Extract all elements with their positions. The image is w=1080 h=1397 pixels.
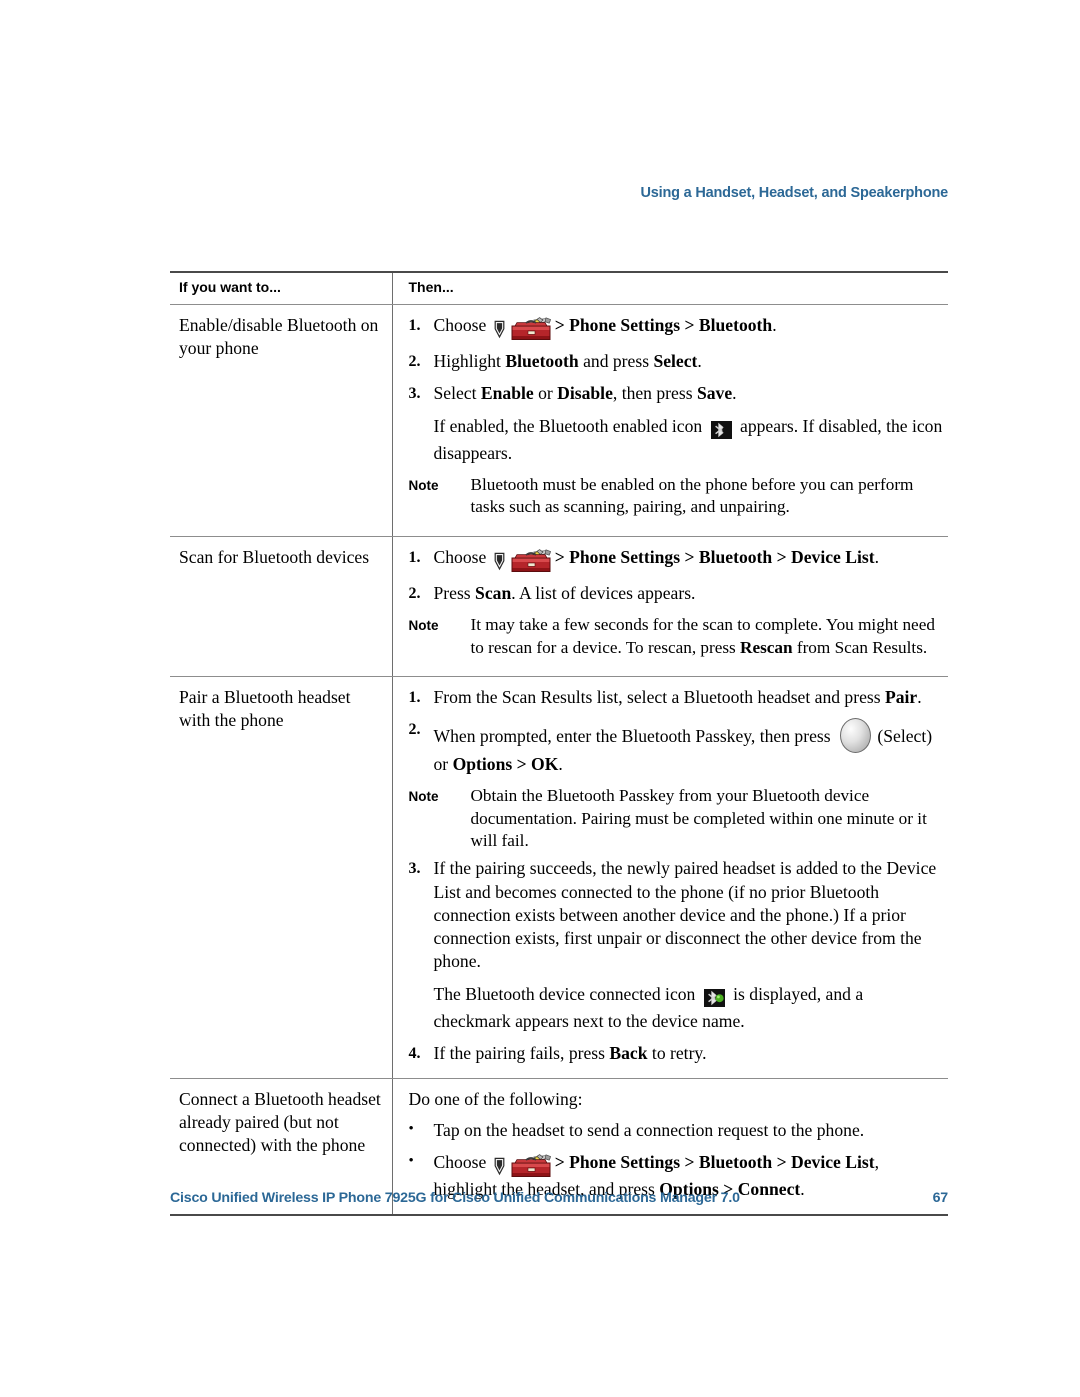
step-continuation: 0.If enabled, the Bluetooth enabled icon… [409,415,945,465]
step-item: 1. Choose > Phone Settings > Bluetooth > … [409,546,945,573]
step-text: Press Scan. A list of devices appears. [433,583,696,604]
page-footer: Cisco Unified Wireless IP Phone 7925G fo… [170,1190,948,1206]
note-label: Note [408,618,439,634]
nav-key-icon [491,318,509,341]
step-text: If enabled, the Bluetooth enabled icon a… [433,415,943,463]
select-key-icon [839,718,871,754]
note-block: Note Obtain the Bluetooth Passkey from yo… [409,785,945,852]
step-item: 2. When prompted, enter the Bluetooth Pas… [409,718,945,776]
column-header-then: Then... [392,271,948,305]
step-item: 1. From the Scan Results list, select a B… [409,686,945,709]
table-row: Pair a Bluetooth headset with the phone 1… [170,676,948,1080]
ui-term: > Phone Settings > Bluetooth [554,315,773,335]
bluetooth-enabled-icon [707,419,736,442]
note-text: Bluetooth must be enabled on the phone b… [470,475,914,517]
procedure-table: If you want to... Then... Enable/disable… [170,271,948,1217]
settings-toolbox-icon [509,1153,555,1178]
step-number: 2. [408,353,421,371]
ui-term: > Phone Settings > Bluetooth > Device Li… [554,1151,875,1172]
step-text: If the pairing fails, press Back to retr… [433,1043,707,1064]
footer-page-number: 67 [932,1190,949,1206]
bullet-item: • Tap on the headset to send a connection… [409,1119,945,1142]
table-body: Enable/disable Bluetooth on your phone 1.… [170,304,948,1217]
ui-term: Enable [480,383,534,404]
footer-title: Cisco Unified Wireless IP Phone 7925G fo… [170,1190,740,1206]
bullet-text: Tap on the headset to send a connection … [433,1120,865,1141]
nav-key-icon [491,1155,509,1178]
table-header-row: If you want to... Then... [170,271,948,305]
ui-term: Bluetooth [505,351,579,372]
column-header-if-you-want-to: If you want to... [170,271,393,305]
instructions-cell: 1. Choose > Phone Settings > Bluetooth > … [392,536,948,677]
note-block: Note Bluetooth must be enabled on the pho… [409,474,945,519]
instructions-cell: 1. From the Scan Results list, select a B… [392,676,948,1080]
note-text: Obtain the Bluetooth Passkey from your B… [470,786,927,851]
task-cell: Pair a Bluetooth headset with the phone [170,676,393,1080]
step-number: 1. [408,317,421,334]
table-row: Scan for Bluetooth devices 1. Choose > Pho… [170,536,948,677]
step-item: 2. Highlight Bluetooth and press Select. [409,350,945,373]
step-text: Choose > Phone Settings > Bluetooth. [434,314,945,341]
task-cell: Enable/disable Bluetooth on your phone [170,304,393,537]
step-continuation: 0.The Bluetooth device connected icon is… [409,983,945,1033]
settings-toolbox-icon [509,317,555,341]
ui-term: Scan [475,583,512,604]
step-number: 3. [408,860,421,878]
running-header: Using a Handset, Headset, and Speakerpho… [640,185,949,201]
ui-term: Rescan [740,637,793,657]
step-number: 2. [408,585,421,603]
settings-toolbox-icon [509,548,555,573]
bullet-marker: • [408,1121,414,1138]
step-item: 1. Choose > Phone Settings > Bluetooth. [409,314,945,341]
step-text: From the Scan Results list, select a Blu… [433,686,922,707]
lead-in-text: Do one of the following: [408,1089,583,1110]
note-label: Note [408,478,439,494]
ui-term: Pair [885,686,918,707]
ui-term: Options > OK [452,754,559,775]
step-item: 4. If the pairing fails, press Back to re… [409,1042,945,1065]
step-number: 1. [408,688,421,706]
ui-term: Save [696,383,733,404]
step-text: If the pairing succeeds, the newly paire… [433,858,937,972]
step-number: 4. [408,1045,421,1063]
bluetooth-connected-icon [700,987,729,1010]
step-number: 1. [408,548,421,566]
step-item: 3. If the pairing succeeds, the newly pai… [409,857,945,973]
step-text: Choose > Phone Settings > Bluetooth > De… [434,546,945,573]
ui-term: Select [653,351,698,372]
task-cell: Scan for Bluetooth devices [170,536,393,677]
instructions-cell: 1. Choose > Phone Settings > Bluetooth. 2.… [392,304,948,537]
note-text: It may take a few seconds for the scan t… [470,615,935,657]
step-text: Select Enable or Disable, then press Sav… [433,383,737,404]
step-text: The Bluetooth device connected icon is d… [433,983,864,1031]
step-text: Highlight Bluetooth and press Select. [433,351,702,372]
ui-term: > Phone Settings > Bluetooth > Device Li… [554,546,875,567]
step-number: 2. [408,721,421,739]
note-label: Note [408,789,439,805]
step-item: 3. Select Enable or Disable, then press S… [409,382,945,405]
step-item: 2. Press Scan. A list of devices appears. [409,582,945,605]
table-row: Enable/disable Bluetooth on your phone 1.… [170,304,948,537]
note-block: Note It may take a few seconds for the sc… [409,614,945,659]
ui-term: Disable [557,383,613,404]
step-text: When prompted, enter the Bluetooth Passk… [434,718,945,776]
step-number: 3. [408,385,421,403]
ui-term: Back [609,1043,648,1064]
nav-key-icon [491,550,509,573]
